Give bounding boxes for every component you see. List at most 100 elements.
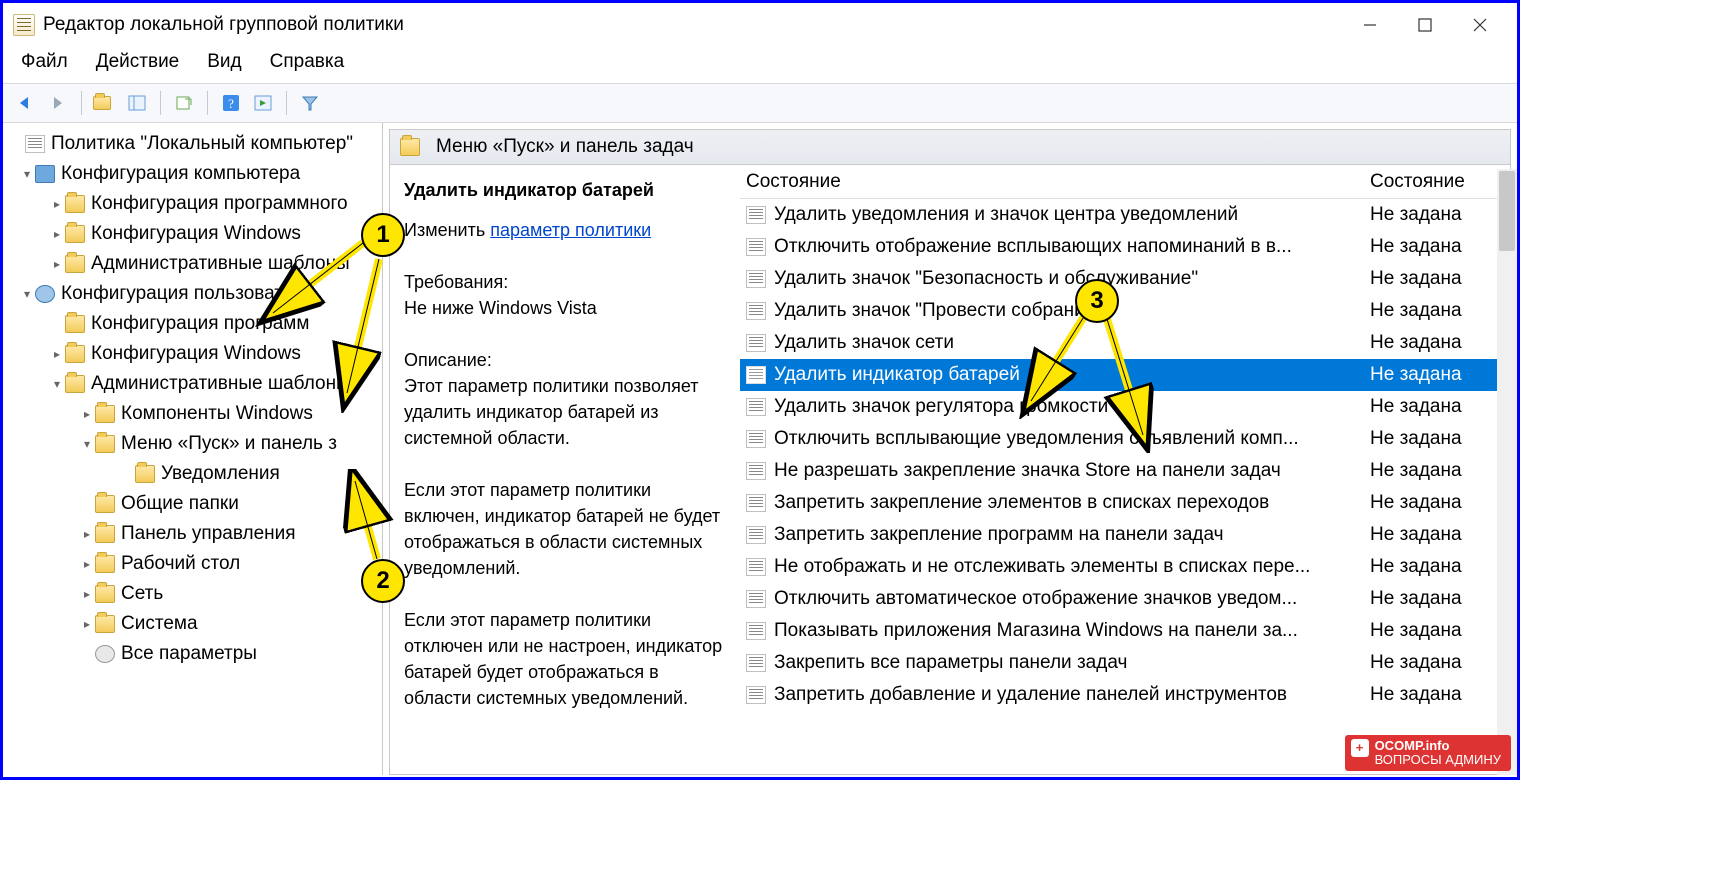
menu-file[interactable]: Файл — [21, 51, 68, 73]
policy-icon — [746, 302, 766, 320]
tree-root[interactable]: Политика "Локальный компьютер" — [51, 129, 353, 159]
policy-state: Не задана — [1370, 236, 1510, 258]
policy-row[interactable]: Запретить закрепление программ на панели… — [740, 519, 1510, 551]
tree-user-config[interactable]: Конфигурация пользователя — [61, 279, 314, 309]
tree-uc-win[interactable]: Конфигурация Windows — [91, 339, 301, 369]
policy-icon — [746, 398, 766, 416]
properties-button[interactable] — [248, 89, 278, 117]
policy-row[interactable]: Показывать приложения Магазина Windows н… — [740, 615, 1510, 647]
tree-uc-start[interactable]: Меню «Пуск» и панель з — [121, 429, 337, 459]
scrollbar[interactable] — [1497, 169, 1517, 775]
policy-state: Не задана — [1370, 204, 1510, 226]
up-button[interactable] — [90, 89, 120, 117]
policy-state: Не задана — [1370, 620, 1510, 642]
policy-icon — [746, 206, 766, 224]
tree-computer-config[interactable]: Конфигурация компьютера — [61, 159, 300, 189]
policy-row[interactable]: Удалить значок "Провести собрание"Не зад… — [740, 295, 1510, 327]
policy-icon — [746, 654, 766, 672]
policy-row[interactable]: Отключить автоматическое отображение зна… — [740, 583, 1510, 615]
filter-button[interactable] — [295, 89, 325, 117]
policy-state: Не задана — [1370, 524, 1510, 546]
policy-row[interactable]: Не отображать и не отслеживать элементы … — [740, 551, 1510, 583]
list-header: Состояние Состояние — [740, 165, 1510, 199]
policy-description-panel: Удалить индикатор батарей Изменить парам… — [390, 165, 740, 774]
policy-icon — [746, 334, 766, 352]
tree-uc-notif[interactable]: Уведомления — [161, 459, 280, 489]
policy-row[interactable]: Удалить уведомления и значок центра увед… — [740, 199, 1510, 231]
policy-row[interactable]: Запретить добавление и удаление панелей … — [740, 679, 1510, 711]
policy-list: Состояние Состояние Удалить уведомления … — [740, 165, 1510, 774]
policy-icon — [746, 590, 766, 608]
window-frame: Редактор локальной групповой политики Фа… — [0, 0, 1520, 780]
policy-row[interactable]: Запретить закрепление элементов в списка… — [740, 487, 1510, 519]
toolbar-sep — [160, 91, 161, 115]
edit-policy-link[interactable]: параметр политики — [490, 220, 651, 240]
policy-row[interactable]: Не разрешать закрепление значка Store на… — [740, 455, 1510, 487]
policy-name: Удалить индикатор батарей — [774, 364, 1370, 386]
policy-icon — [746, 366, 766, 384]
tree-cc-prog[interactable]: Конфигурация программного — [91, 189, 348, 219]
toolbar-sep — [81, 91, 82, 115]
tree-cc-win[interactable]: Конфигурация Windows — [91, 219, 301, 249]
maximize-button[interactable] — [1397, 10, 1452, 40]
desc-p2: Если этот параметр политики включен, инд… — [404, 477, 726, 581]
show-hide-tree-button[interactable] — [122, 89, 152, 117]
minimize-button[interactable] — [1342, 10, 1397, 40]
titlebar: Редактор локальной групповой политики — [3, 3, 1517, 47]
tree-uc-desk[interactable]: Рабочий стол — [121, 549, 240, 579]
col-state-header[interactable]: Состояние — [740, 171, 1370, 193]
tree-cc-adm[interactable]: Административные шаблоны — [91, 249, 350, 279]
tree-uc-all[interactable]: Все параметры — [121, 639, 257, 669]
policy-state: Не задана — [1370, 396, 1510, 418]
toolbar-sep — [286, 91, 287, 115]
tree-uc-net[interactable]: Сеть — [121, 579, 163, 609]
edit-label: Изменить — [404, 220, 490, 240]
back-button[interactable] — [11, 89, 41, 117]
policy-tree[interactable]: Политика "Локальный компьютер" ▾Конфигур… — [3, 129, 382, 669]
policy-state: Не задана — [1370, 588, 1510, 610]
menu-view[interactable]: Вид — [207, 51, 241, 73]
policy-row[interactable]: Удалить значок сетиНе задана — [740, 327, 1510, 359]
policy-row[interactable]: Удалить значок регулятора громкостиНе за… — [740, 391, 1510, 423]
policy-state: Не задана — [1370, 300, 1510, 322]
policy-name: Отключить автоматическое отображение зна… — [774, 588, 1370, 610]
menubar: Файл Действие Вид Справка — [3, 47, 1517, 83]
policy-icon — [746, 430, 766, 448]
policy-name: Показывать приложения Магазина Windows н… — [774, 620, 1370, 642]
tree-uc-cp[interactable]: Панель управления — [121, 519, 296, 549]
tree-uc-comp[interactable]: Компоненты Windows — [121, 399, 313, 429]
policy-icon — [746, 238, 766, 256]
toolbar: ? — [3, 83, 1517, 123]
policy-row[interactable]: Закрепить все параметры панели задачНе з… — [740, 647, 1510, 679]
details-pane: Меню «Пуск» и панель задач Удалить индик… — [383, 123, 1517, 775]
policy-name: Не разрешать закрепление значка Store на… — [774, 460, 1370, 482]
policy-name: Запретить закрепление элементов в списка… — [774, 492, 1370, 514]
tree-uc-adm[interactable]: Административные шаблоны — [91, 369, 350, 399]
help-button[interactable]: ? — [216, 89, 246, 117]
close-button[interactable] — [1452, 10, 1507, 40]
tree-uc-sys[interactable]: Система — [121, 609, 198, 639]
details-header: Меню «Пуск» и панель задач — [389, 129, 1511, 165]
main-split: Политика "Локальный компьютер" ▾Конфигур… — [3, 123, 1517, 775]
policy-name: Запретить закрепление программ на панели… — [774, 524, 1370, 546]
policy-title: Удалить индикатор батарей — [404, 177, 726, 203]
tree-uc-prog[interactable]: Конфигурация программ — [91, 309, 309, 339]
policy-state: Не задана — [1370, 364, 1510, 386]
policy-row[interactable]: Отключить отображение всплывающих напоми… — [740, 231, 1510, 263]
annotation-badge-2: 2 — [361, 559, 405, 603]
annotation-badge-3: 3 — [1075, 279, 1119, 323]
export-button[interactable] — [169, 89, 199, 117]
policy-name: Удалить значок сети — [774, 332, 1370, 354]
tree-uc-shared[interactable]: Общие папки — [121, 489, 239, 519]
policy-row[interactable]: Удалить значок "Безопасность и обслужива… — [740, 263, 1510, 295]
annotation-badge-1: 1 — [361, 213, 405, 257]
policy-row[interactable]: Удалить индикатор батарейНе задана — [740, 359, 1510, 391]
desc-label: Описание: — [404, 347, 726, 373]
scrollbar-thumb[interactable] — [1499, 171, 1515, 251]
col-state2-header[interactable]: Состояние — [1370, 171, 1510, 193]
menu-help[interactable]: Справка — [270, 51, 345, 73]
watermark: OCOMP.infoВОПРОСЫ АДМИНУ — [1345, 735, 1511, 771]
menu-action[interactable]: Действие — [96, 51, 180, 73]
forward-button[interactable] — [43, 89, 73, 117]
policy-row[interactable]: Отключить всплывающие уведомления объявл… — [740, 423, 1510, 455]
